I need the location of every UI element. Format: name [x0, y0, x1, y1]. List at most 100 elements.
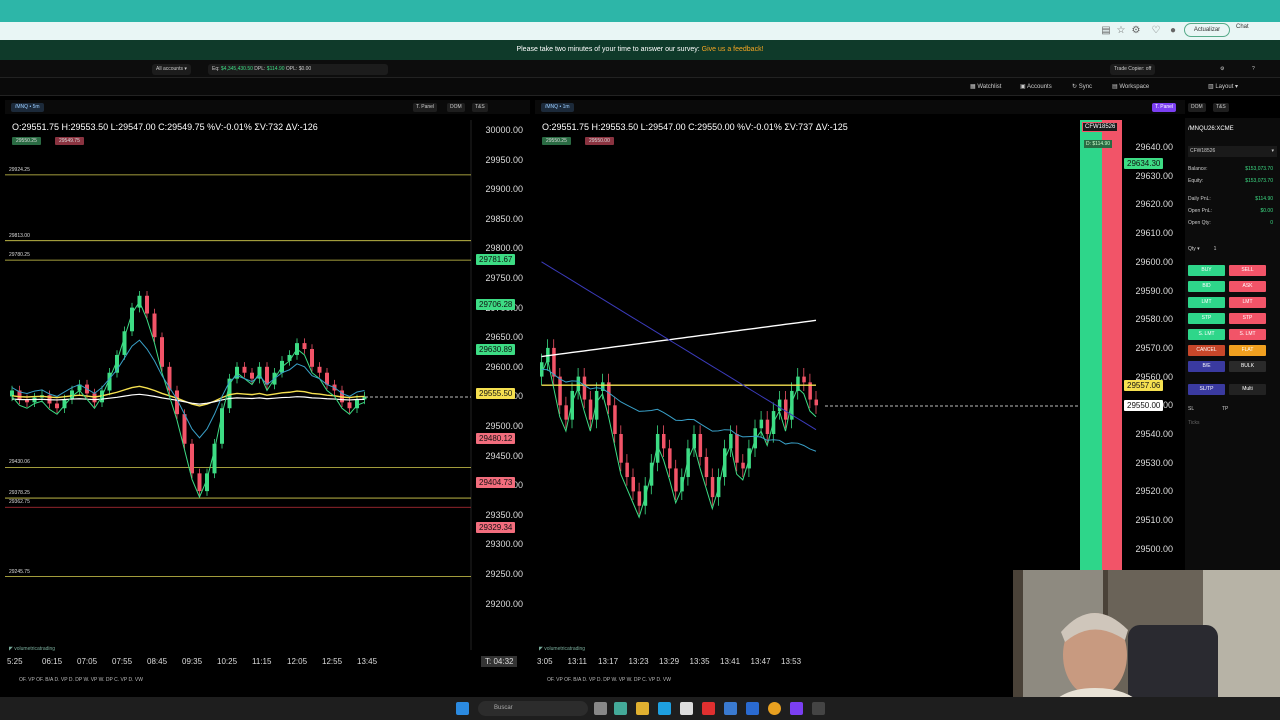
y-tick-label: 29850.00 — [485, 213, 523, 224]
edge-icon[interactable] — [658, 702, 671, 715]
x-tick-label: 13:23 — [628, 657, 649, 666]
trade-panel: /MNQU26:XCME CFW18526 ▾ Balance: $153,073.… — [1185, 118, 1280, 570]
x-tick-label: 13:29 — [659, 657, 680, 666]
task-view-icon[interactable] — [594, 702, 607, 715]
y-tick-label: 29450.00 — [485, 450, 523, 461]
order-button[interactable]: B/E — [1188, 361, 1225, 372]
copilot-icon[interactable] — [614, 702, 627, 715]
order-button[interactable]: BUY — [1188, 265, 1225, 276]
order-button[interactable]: STP — [1188, 313, 1225, 324]
right-study-tabs[interactable]: OF. VP OF. B/A D. VP D. DP W. VP W. DP C… — [547, 677, 671, 683]
right-account-tag[interactable]: CFW18526 — [1082, 122, 1119, 132]
candle-body — [777, 399, 782, 412]
y-tick-label: 29250.00 — [485, 569, 523, 579]
order-button[interactable]: LMT — [1229, 297, 1266, 308]
volumetrica-logo-right: ◤ volumetricatrading — [539, 646, 586, 652]
level-label: 29378.25 — [9, 490, 30, 497]
collections-icon[interactable]: ♡ — [1150, 25, 1162, 37]
multi-button[interactable]: Multi — [1229, 384, 1266, 395]
order-button[interactable]: BULK — [1229, 361, 1266, 372]
candle-body — [152, 313, 157, 338]
candle-body — [182, 414, 187, 444]
survey-text: Please take two minutes of your time to … — [516, 46, 700, 53]
feedback-link[interactable]: Give us a feedback! — [702, 46, 764, 53]
watchlist-button[interactable]: ▦ Watchlist — [970, 83, 1001, 90]
left-chart-panel[interactable]: /MNQ • 5m T. Panel DOM T&S O:29551.75 H:… — [5, 100, 530, 690]
chat-button[interactable]: Chat — [1236, 24, 1249, 30]
trade-symbol[interactable]: /MNQU26:XCME — [1188, 126, 1277, 132]
ticks-label: Ticks — [1188, 420, 1200, 426]
x-tick-label: 13:45 — [357, 657, 378, 666]
y-tick-label: 30000.00 — [485, 125, 523, 135]
trade-copier-status[interactable]: Trade Copier: off — [1110, 64, 1156, 75]
candle-body — [613, 405, 617, 434]
stat-value: $0.00 — [1260, 208, 1273, 214]
order-button[interactable]: STP — [1229, 313, 1266, 324]
store-icon[interactable] — [680, 702, 693, 715]
app-red-icon[interactable] — [702, 702, 715, 715]
stat-row: Open Qty: 0 — [1188, 220, 1277, 226]
stat-row: Open PnL: $0.00 — [1188, 208, 1277, 214]
price-tag: 29404.73 — [476, 477, 516, 489]
stat-value: 0 — [1270, 220, 1273, 226]
profile-avatar[interactable]: ● — [1167, 25, 1179, 37]
candle-body — [145, 295, 149, 314]
order-button[interactable]: LMT — [1188, 297, 1225, 308]
y-tick-label: 29500.00 — [1135, 543, 1173, 554]
help-icon[interactable]: ? — [1248, 64, 1259, 75]
windows-start-icon[interactable] — [456, 702, 469, 715]
right-dom-ask-bar — [1102, 120, 1122, 570]
trade-account: CFW18526 — [1190, 148, 1216, 154]
candle-body — [190, 443, 194, 474]
workspace-button[interactable]: ▤ Workspace — [1112, 83, 1149, 90]
taskbar-search[interactable]: Buscar — [478, 701, 588, 716]
x-tick-label: 07:55 — [112, 657, 133, 666]
trade-account-select[interactable]: CFW18526 ▾ — [1188, 146, 1277, 157]
order-button[interactable]: ASK — [1229, 281, 1266, 292]
sync-button[interactable]: ↻ Sync — [1072, 83, 1092, 90]
y-tick-label: 29750.00 — [485, 273, 523, 283]
qty-row[interactable]: Qty ▾ 1 — [1188, 246, 1277, 256]
accounts-button[interactable]: ▣ Accounts — [1020, 83, 1052, 90]
x-tick-label: 13:35 — [689, 657, 710, 666]
opl-value: $0.00 — [298, 66, 312, 72]
y-tick-label: 29530.00 — [1135, 457, 1173, 468]
y-tick-label: 29600.00 — [485, 361, 523, 372]
app-blue-icon[interactable] — [724, 702, 737, 715]
update-button[interactable]: Actualizar — [1184, 23, 1230, 37]
reader-icon[interactable]: ▤ — [1100, 25, 1112, 37]
price-tag: 29634.30 — [1124, 158, 1164, 170]
x-tick-label: 13:17 — [598, 657, 619, 666]
app-blue2-icon[interactable] — [746, 702, 759, 715]
y-tick-label: 29350.00 — [485, 509, 523, 520]
candle-body — [698, 434, 703, 457]
layout-button[interactable]: ▥ Layout ▾ — [1208, 83, 1238, 90]
chrome-icon[interactable] — [768, 702, 781, 715]
order-button[interactable]: FLAT — [1229, 345, 1266, 356]
y-tick-label: 29640.00 — [1135, 142, 1173, 152]
sltp-button[interactable]: SL/TP — [1188, 384, 1225, 395]
volumetrica-app-icon[interactable] — [812, 702, 825, 715]
extension-icon[interactable]: ⚙ — [1130, 25, 1142, 37]
order-button[interactable]: S. LMT — [1188, 329, 1225, 340]
sl-tp-row: SL TP — [1188, 406, 1277, 412]
order-button[interactable]: CANCEL — [1188, 345, 1225, 356]
right-dom-button[interactable]: DOM — [1188, 103, 1206, 112]
settings-icon[interactable]: ⚙ — [1216, 64, 1228, 75]
order-button[interactable]: SELL — [1229, 265, 1266, 276]
candle-body — [582, 376, 587, 400]
order-button[interactable]: S. LMT — [1229, 329, 1266, 340]
stat-label: Equity: — [1188, 178, 1204, 184]
y-tick-label: 29200.00 — [485, 598, 523, 609]
favorite-icon[interactable]: ☆ — [1115, 25, 1127, 37]
accounts-label: All accounts — [156, 66, 183, 72]
qty-value[interactable]: 1 — [1214, 246, 1217, 252]
candle-body — [564, 405, 568, 420]
file-explorer-icon[interactable] — [636, 702, 649, 715]
discord-icon[interactable] — [790, 702, 803, 715]
accounts-select[interactable]: All accounts ▾ — [152, 64, 191, 75]
right-ts-button[interactable]: T&S — [1213, 103, 1229, 112]
order-button[interactable]: BID — [1188, 281, 1225, 292]
left-study-tabs[interactable]: OF. VP OF. B/A D. VP D. DP W. VP W. DP C… — [19, 677, 143, 683]
y-tick-label: 29510.00 — [1135, 515, 1173, 526]
